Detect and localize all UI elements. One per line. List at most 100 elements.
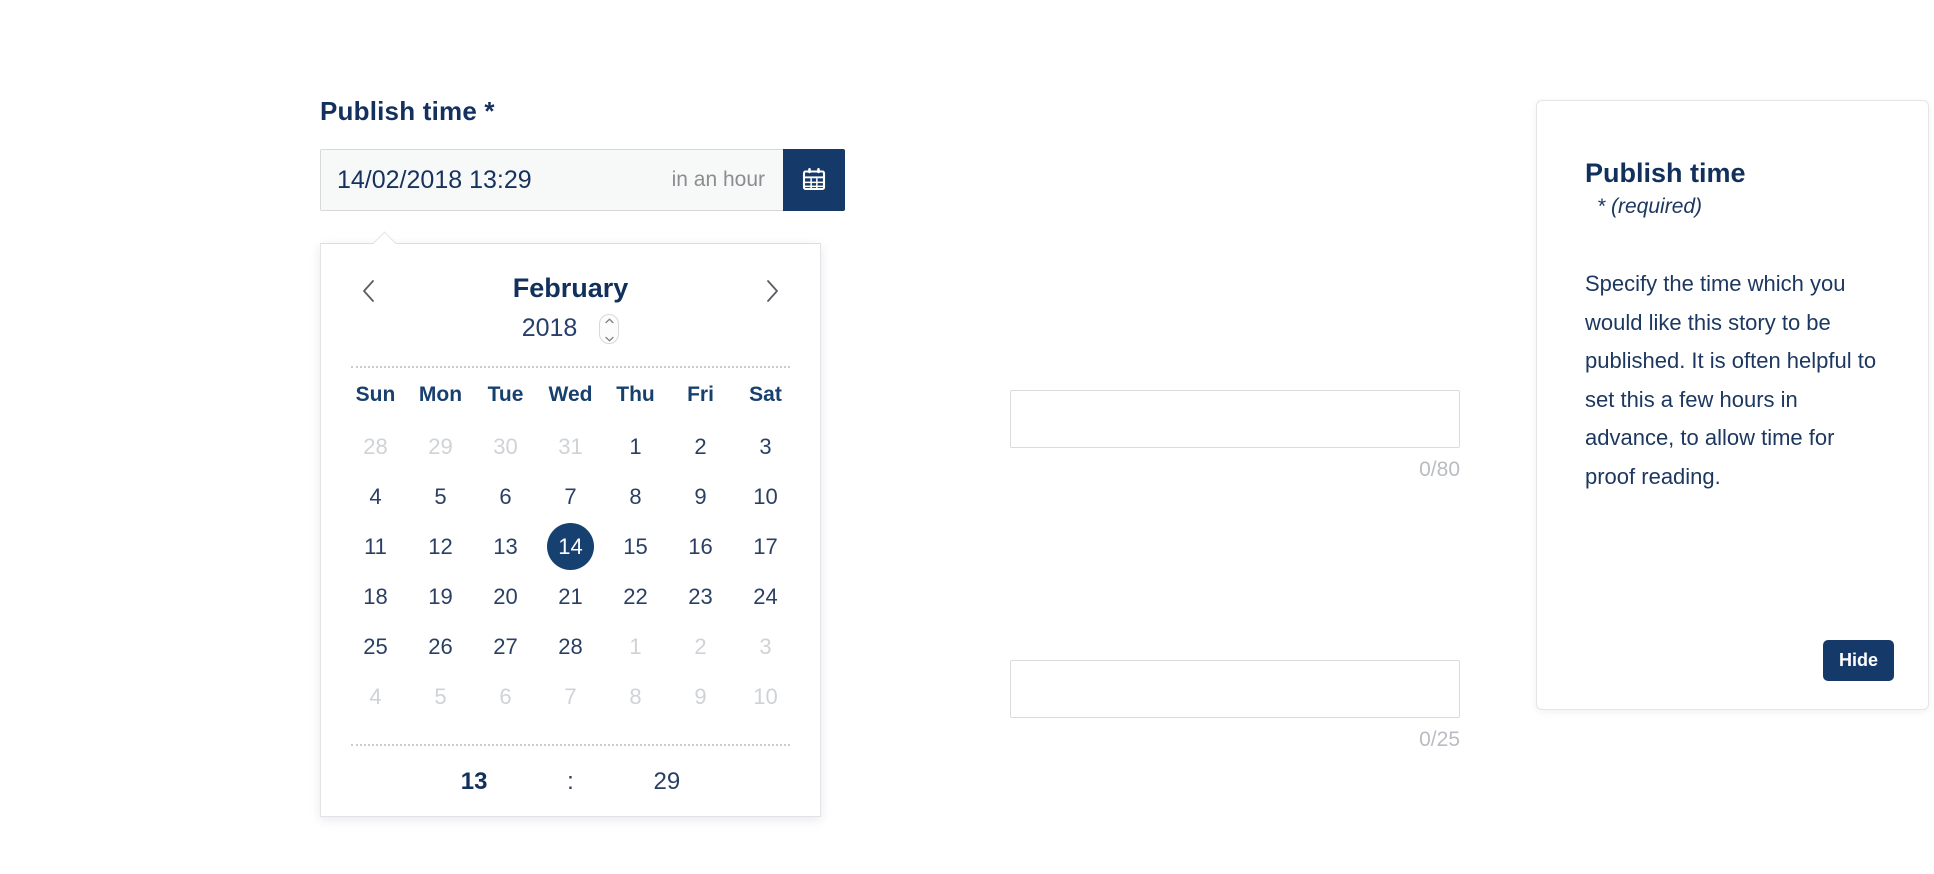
calendar-day-number: 1 xyxy=(629,634,642,660)
calendar-day-number: 30 xyxy=(493,434,518,460)
calendar-day[interactable]: 1 xyxy=(603,622,668,672)
calendar-day-number: 8 xyxy=(629,484,642,510)
calendar-week-row: 4 5 6 7 8 9 10 xyxy=(343,672,798,722)
calendar-day[interactable]: 10 xyxy=(733,472,798,522)
calendar-day[interactable]: 11 xyxy=(343,522,408,572)
background-field-25: 0/25 xyxy=(1010,660,1460,752)
hide-button[interactable]: Hide xyxy=(1822,640,1894,681)
publish-time-input[interactable]: 14/02/2018 13:29 in an hour xyxy=(321,150,783,210)
calendar-day[interactable]: 31 xyxy=(538,422,603,472)
calendar-day[interactable]: 6 xyxy=(473,472,538,522)
previous-month-button[interactable] xyxy=(349,270,389,314)
calendar-day-number: 26 xyxy=(428,634,453,660)
help-panel: Publish time * (required) Specify the ti… xyxy=(1536,100,1929,710)
calendar-day[interactable]: 4 xyxy=(343,672,408,722)
weekday-label: Tue xyxy=(487,382,524,406)
calendar-toggle-button[interactable] xyxy=(783,149,845,211)
headline-input[interactable] xyxy=(1010,390,1460,448)
calendar-day[interactable]: 29 xyxy=(408,422,473,472)
calendar-day[interactable]: 20 xyxy=(473,572,538,622)
weekday-label: Sat xyxy=(749,382,782,406)
calendar-day[interactable]: 7 xyxy=(538,672,603,722)
calendar-day[interactable]: 26 xyxy=(408,622,473,672)
calendar-day[interactable]: 8 xyxy=(603,672,668,722)
calendar-day-number: 12 xyxy=(428,534,453,560)
calendar-day[interactable]: 28 xyxy=(343,422,408,472)
calendar-day[interactable]: 7 xyxy=(538,472,603,522)
calendar-day[interactable]: 2 xyxy=(668,422,733,472)
calendar-day[interactable]: 3 xyxy=(733,422,798,472)
calendar-day[interactable]: 5 xyxy=(408,472,473,522)
calendar-day[interactable]: 30 xyxy=(473,422,538,472)
calendar-day[interactable]: 13 xyxy=(473,522,538,572)
page-title: Publish time * xyxy=(320,96,495,126)
weekday-label: Fri xyxy=(687,382,714,406)
calendar-day-number: 20 xyxy=(493,584,518,610)
calendar-day-number: 16 xyxy=(688,534,713,560)
calendar-day-number: 27 xyxy=(493,634,518,660)
calendar-day-number: 5 xyxy=(434,484,447,510)
hours-value[interactable]: 13 xyxy=(457,768,491,796)
calendar-day[interactable]: 27 xyxy=(473,622,538,672)
help-body-text: Specify the time which you would like th… xyxy=(1585,271,1877,489)
calendar-day[interactable]: 19 xyxy=(408,572,473,622)
calendar-day[interactable]: 16 xyxy=(668,522,733,572)
calendar-day[interactable]: 18 xyxy=(343,572,408,622)
calendar-week-row: 28 29 30 31 1 2 3 xyxy=(343,422,798,472)
calendar-day[interactable]: 4 xyxy=(343,472,408,522)
publish-time-control[interactable]: 14/02/2018 13:29 in an hour xyxy=(320,149,845,211)
year-stepper[interactable] xyxy=(599,312,620,345)
calendar-year-label: 2018 xyxy=(521,314,578,343)
calendar-day-number: 31 xyxy=(558,434,583,460)
minutes-value[interactable]: 29 xyxy=(650,768,684,796)
calendar-header: February 2018 xyxy=(321,244,820,344)
calendar-day-number: 28 xyxy=(363,434,388,460)
calendar-day-number: 13 xyxy=(493,534,518,560)
calendar-grid: Sun Mon Tue Wed Thu Fri Sat 28 29 30 31 1 2 3 4 5 6 7 8 9 1… xyxy=(321,368,820,722)
calendar-day[interactable]: 22 xyxy=(603,572,668,622)
calendar-day[interactable]: 9 xyxy=(668,472,733,522)
help-required-note: * (required) xyxy=(1597,195,1703,219)
weekday-label: Wed xyxy=(548,382,593,406)
character-counter: 0/25 xyxy=(1419,728,1460,751)
calendar-day[interactable]: 21 xyxy=(538,572,603,622)
calendar-day-number: 28 xyxy=(558,634,583,660)
subheadline-input[interactable] xyxy=(1010,660,1460,718)
calendar-day[interactable]: 6 xyxy=(473,672,538,722)
calendar-day[interactable]: 3 xyxy=(733,622,798,672)
publish-time-field: Publish time * 14/02/2018 13:29 in an ho… xyxy=(320,96,1450,211)
chevron-down-icon xyxy=(605,330,614,345)
calendar-day-number: 7 xyxy=(564,684,577,710)
calendar-day[interactable]: 1 xyxy=(603,422,668,472)
character-counter: 0/80 xyxy=(1419,458,1460,481)
calendar-day[interactable]: 15 xyxy=(603,522,668,572)
calendar-day[interactable]: 23 xyxy=(668,572,733,622)
chevron-up-icon xyxy=(605,312,614,327)
calendar-day-number: 29 xyxy=(428,434,453,460)
calendar-day[interactable]: 25 xyxy=(343,622,408,672)
calendar-day[interactable]: 24 xyxy=(733,572,798,622)
next-month-button[interactable] xyxy=(752,270,792,314)
time-selector: 13 : 29 xyxy=(321,746,820,796)
calendar-day-number: 25 xyxy=(363,634,388,660)
calendar-day[interactable]: 2 xyxy=(668,622,733,672)
calendar-day[interactable]: 10 xyxy=(733,672,798,722)
calendar-day[interactable]: 9 xyxy=(668,672,733,722)
calendar-day[interactable]: 8 xyxy=(603,472,668,522)
calendar-day[interactable]: 17 xyxy=(733,522,798,572)
calendar-day[interactable]: 5 xyxy=(408,672,473,722)
calendar-day[interactable]: 12 xyxy=(408,522,473,572)
calendar-day-number: 2 xyxy=(694,434,707,460)
calendar-day-number: 17 xyxy=(753,534,778,560)
calendar-day-number: 23 xyxy=(688,584,713,610)
calendar-day-number: 7 xyxy=(564,484,577,510)
weekday-header-row: Sun Mon Tue Wed Thu Fri Sat xyxy=(343,368,798,422)
calendar-day[interactable]: 28 xyxy=(538,622,603,672)
calendar-day-selected[interactable]: 14 xyxy=(538,522,603,572)
weekday-label: Thu xyxy=(616,382,655,406)
calendar-icon xyxy=(801,166,827,195)
calendar-day-number: 15 xyxy=(623,534,648,560)
calendar-year-row: 2018 xyxy=(389,312,752,345)
calendar-day-number: 11 xyxy=(364,534,387,560)
calendar-day-number: 2 xyxy=(694,634,707,660)
